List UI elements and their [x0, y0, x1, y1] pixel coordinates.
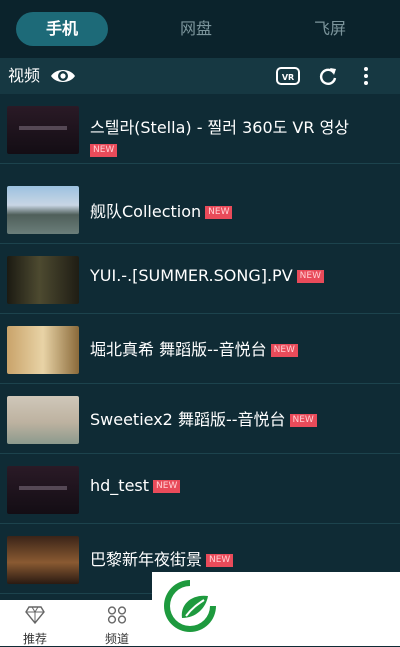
video-thumbnail	[7, 396, 79, 444]
video-title: YUI.-.[SUMMER.SONG].PV	[90, 266, 293, 285]
video-row[interactable]: 堀北真希 舞蹈版--音悦台 NEW	[0, 314, 400, 384]
video-title-row: 巴黎新年夜街景 NEW	[90, 546, 234, 570]
video-thumbnail	[7, 256, 79, 304]
tab-cloud-drive[interactable]: 网盘	[160, 12, 232, 46]
video-thumbnail	[7, 326, 79, 374]
video-thumbnail	[7, 186, 79, 234]
vr-icon-label: VR	[282, 73, 294, 82]
video-title: 巴黎新年夜街景	[90, 550, 203, 569]
new-badge: NEW	[296, 270, 324, 283]
eye-icon[interactable]	[50, 65, 76, 91]
tab-fly-screen[interactable]: 飞屏	[294, 12, 366, 46]
diamond-icon	[25, 606, 45, 628]
new-badge: NEW	[205, 206, 233, 219]
logo-icon	[160, 576, 220, 640]
new-badge: NEW	[206, 554, 234, 567]
tab-phone[interactable]: 手机	[16, 12, 108, 46]
vr-icon[interactable]: VR	[276, 66, 300, 90]
nav-channel[interactable]: 频道	[82, 600, 152, 646]
video-title-row: hd_test NEW	[90, 476, 181, 495]
new-badge: NEW	[153, 480, 181, 493]
nav-label: 推荐	[22, 632, 47, 646]
video-row[interactable]: hd_test NEW	[0, 454, 400, 524]
video-row[interactable]: 舰队Collection NEW	[0, 174, 400, 244]
video-title-row: Sweetiex2 舞蹈版--音悦台 NEW	[90, 406, 317, 430]
grid-icon	[107, 606, 127, 628]
new-badge-wrap: NEW	[90, 140, 118, 159]
video-row[interactable]: Sweetiex2 舞蹈版--音悦台 NEW	[0, 384, 400, 454]
new-badge: NEW	[289, 414, 317, 427]
video-title-row: 舰队Collection NEW	[90, 198, 233, 222]
video-title: hd_test	[90, 476, 150, 495]
video-title-row: 堀北真希 舞蹈版--音悦台 NEW	[90, 336, 298, 360]
more-icon[interactable]	[362, 66, 370, 90]
video-title: 舰队Collection	[90, 202, 202, 221]
video-title-row: 스텔라(Stella) - 찔러 360도 VR 영상	[90, 114, 349, 138]
video-row[interactable]: YUI.-.[SUMMER.SONG].PV NEW	[0, 244, 400, 314]
nav-recommend[interactable]: 推荐	[0, 600, 70, 646]
video-title: Sweetiex2 舞蹈版--音悦台	[90, 410, 286, 429]
video-thumbnail	[7, 536, 79, 584]
tabs: 手机 网盘 飞屏	[0, 0, 400, 58]
new-badge: NEW	[270, 344, 298, 357]
refresh-icon[interactable]	[318, 65, 338, 91]
nav-label: 频道	[104, 632, 129, 646]
video-title-row: YUI.-.[SUMMER.SONG].PV NEW	[90, 266, 324, 285]
video-title: 堀北真希 舞蹈版--音悦台	[90, 340, 267, 359]
toolbar: 视频 VR	[0, 58, 400, 94]
video-thumbnail	[7, 106, 79, 154]
section-title: 视频	[8, 66, 41, 85]
video-thumbnail	[7, 466, 79, 514]
logo-watermark	[152, 572, 400, 646]
video-row[interactable]: 스텔라(Stella) - 찔러 360도 VR 영상 NEW	[0, 94, 400, 164]
new-badge: NEW	[90, 144, 118, 157]
video-title: 스텔라(Stella) - 찔러 360도 VR 영상	[90, 118, 350, 137]
